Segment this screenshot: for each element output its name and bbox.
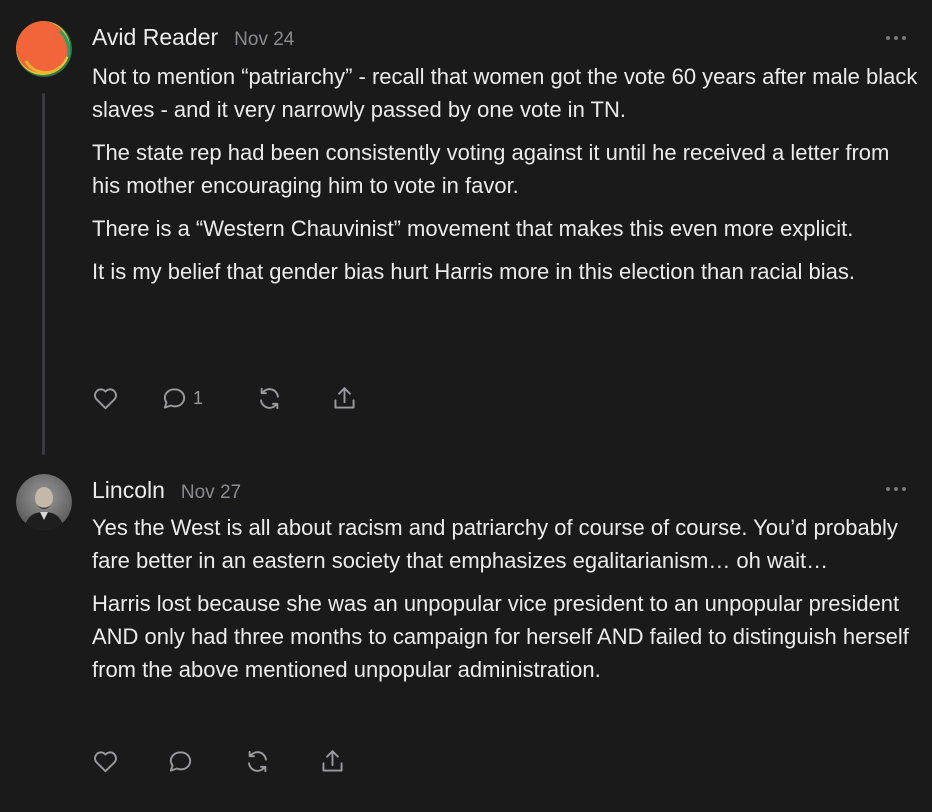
thread-line — [42, 93, 45, 455]
avatar[interactable] — [16, 21, 72, 77]
comment-body: Yes the West is all about racism and pat… — [92, 511, 918, 696]
comment-body: Not to mention “patriarchy” - recall tha… — [92, 60, 918, 298]
heart-icon — [94, 750, 117, 772]
more-options-icon[interactable] — [886, 35, 906, 41]
comment-paragraph: Harris lost because she was an unpopular… — [92, 591, 909, 682]
comment-paragraph: It is my belief that gender bias hurt Ha… — [92, 259, 856, 284]
heart-icon — [94, 387, 117, 409]
comment-icon — [163, 387, 186, 409]
author-name[interactable]: Lincoln — [92, 477, 165, 504]
avatar[interactable] — [16, 474, 72, 530]
comment-paragraph: Yes the West is all about racism and pat… — [92, 515, 898, 573]
comment-paragraph: The state rep had been consistently voti… — [92, 140, 890, 198]
like-button[interactable] — [91, 746, 120, 776]
restack-icon — [248, 750, 267, 772]
share-button[interactable] — [318, 746, 347, 776]
comment-paragraph: Not to mention “patriarchy” - recall tha… — [92, 64, 918, 122]
like-button[interactable] — [91, 383, 120, 413]
more-options-icon[interactable] — [886, 486, 906, 492]
restack-button[interactable] — [243, 746, 272, 776]
comment-icon — [169, 750, 192, 772]
reply-button[interactable]: 1 — [160, 383, 203, 413]
share-icon — [322, 749, 343, 772]
restack-button[interactable] — [255, 383, 284, 413]
share-button[interactable] — [330, 383, 359, 413]
comment-date[interactable]: Nov 24 — [234, 29, 294, 51]
comment-header: Lincoln Nov 27 — [92, 477, 241, 504]
reply-count: 1 — [193, 387, 204, 408]
comment-header: Avid Reader Nov 24 — [92, 24, 294, 51]
share-icon — [334, 386, 355, 409]
comment-date[interactable]: Nov 27 — [181, 482, 241, 504]
reply-button[interactable] — [166, 746, 199, 776]
restack-icon — [260, 387, 279, 409]
comment-paragraph: There is a “Western Chauvinist” movement… — [92, 216, 854, 241]
portrait-avatar-icon — [16, 474, 72, 530]
author-name[interactable]: Avid Reader — [92, 24, 218, 51]
orange-circle-avatar-icon — [16, 21, 72, 77]
